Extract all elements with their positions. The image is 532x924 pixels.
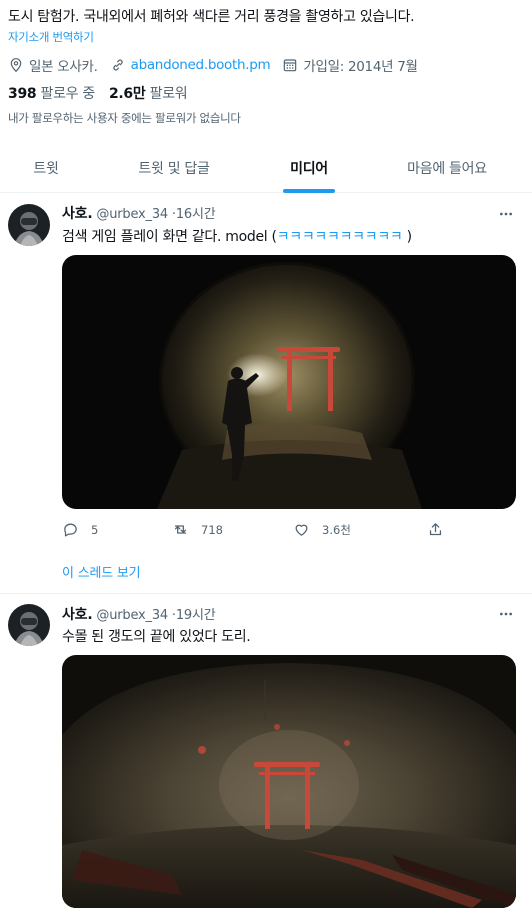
following-link[interactable]: 398 팔로우 중 bbox=[8, 86, 95, 102]
tweet-text-highlight: ㅋㅋㅋㅋㅋㅋㅋㅋㅋㅋ bbox=[276, 229, 403, 245]
follow-counts: 398 팔로우 중 2.6만 팔로워 bbox=[8, 83, 188, 103]
retweet-icon bbox=[174, 525, 187, 534]
profile-bio: 도시 탐험가. 국내외에서 폐허와 색다른 거리 풍경을 촬영하고 있습니다. bbox=[8, 9, 415, 25]
profile-meta: 일본 오사카. abandoned.booth.pm 가입일: 2014년 7월 bbox=[8, 54, 430, 76]
tweet-text: 검색 게임 플레이 화면 같다. model (ㅋㅋㅋㅋㅋㅋㅋㅋㅋㅋ ) bbox=[62, 226, 412, 246]
joined-text: 가입일: 2014년 7월 bbox=[303, 59, 418, 75]
avatar[interactable] bbox=[8, 204, 50, 246]
tab-likes[interactable]: 마음에 들어요 bbox=[362, 142, 532, 193]
profile-section: 도시 탐험가. 국내외에서 폐허와 색다른 거리 풍경을 촬영하고 있습니다. … bbox=[0, 0, 532, 140]
tunnel-torii-photo bbox=[62, 255, 516, 509]
author-handle[interactable]: @urbex_34 bbox=[96, 207, 168, 222]
show-thread-link[interactable]: 이 스레드 보기 bbox=[62, 562, 141, 581]
tweet-time[interactable]: 19시간 bbox=[176, 608, 216, 623]
reply-count: 5 bbox=[91, 522, 99, 537]
tweet-media-image[interactable] bbox=[62, 255, 516, 509]
flooded-mine-torii-photo bbox=[62, 655, 516, 908]
profile-location: 일본 오사카. bbox=[8, 55, 98, 75]
heart-icon bbox=[295, 524, 308, 536]
tweet-actions: 5 718 3.6천 bbox=[62, 521, 452, 543]
share-button[interactable] bbox=[427, 521, 456, 538]
avatar-image bbox=[8, 604, 50, 646]
retweet-count: 718 bbox=[201, 522, 223, 537]
following-count: 398 bbox=[8, 86, 37, 102]
more-options-icon[interactable] bbox=[498, 606, 514, 622]
author-handle[interactable]: @urbex_34 bbox=[96, 608, 168, 623]
location-text: 일본 오사카. bbox=[29, 59, 98, 75]
link-icon bbox=[112, 59, 123, 71]
following-label: 팔로우 중 bbox=[40, 86, 95, 102]
website-link[interactable]: abandoned.booth.pm bbox=[131, 57, 271, 73]
tweet-header: 사호. @urbex_34 ·19시간 bbox=[62, 604, 216, 624]
tweet[interactable]: 사호. @urbex_34 ·16시간 검색 게임 플레이 화면 같다. mod… bbox=[0, 193, 532, 593]
reply-icon bbox=[64, 523, 77, 537]
tab-tweets[interactable]: 트윗 bbox=[0, 142, 92, 193]
reply-button[interactable]: 5 bbox=[62, 521, 98, 538]
avatar-image bbox=[8, 204, 50, 246]
calendar-icon bbox=[284, 59, 297, 72]
like-count: 3.6천 bbox=[322, 522, 351, 537]
author-name[interactable]: 사호. bbox=[62, 607, 93, 623]
profile-website[interactable]: abandoned.booth.pm bbox=[110, 57, 271, 73]
tab-label: 마음에 들어요 bbox=[407, 160, 487, 177]
tab-label: 트윗 및 답글 bbox=[138, 160, 210, 177]
tweet-text: 수몰 된 갱도의 끝에 있었다 도리. bbox=[62, 629, 251, 645]
tab-media[interactable]: 미디어 bbox=[256, 142, 362, 193]
tweet-text-end: ) bbox=[406, 229, 412, 245]
translate-bio-link[interactable]: 자기소개 번역하기 bbox=[8, 29, 94, 45]
tab-label: 미디어 bbox=[290, 160, 328, 177]
tweet-text-main: 검색 게임 플레이 화면 같다. model ( bbox=[62, 229, 277, 245]
followers-label: 팔로워 bbox=[149, 86, 188, 102]
share-icon bbox=[429, 523, 442, 536]
location-pin-icon bbox=[10, 58, 22, 73]
followers-link[interactable]: 2.6만 팔로워 bbox=[108, 86, 188, 102]
mutual-followers-note: 내가 팔로우하는 사용자 중에는 팔로워가 없습니다 bbox=[8, 111, 241, 125]
retweet-button[interactable]: 718 bbox=[172, 521, 223, 538]
followers-count: 2.6만 bbox=[108, 86, 146, 102]
like-button[interactable]: 3.6천 bbox=[293, 521, 351, 538]
tweet-header: 사호. @urbex_34 ·16시간 bbox=[62, 203, 216, 223]
tweet[interactable]: 사호. @urbex_34 ·19시간 수몰 된 갱도의 끝에 있었다 도리. bbox=[0, 594, 532, 924]
tweet-time[interactable]: 16시간 bbox=[176, 207, 216, 222]
tweet-media-image[interactable] bbox=[62, 655, 516, 908]
more-options-icon[interactable] bbox=[498, 206, 514, 222]
avatar[interactable] bbox=[8, 604, 50, 646]
tab-label: 트윗 bbox=[33, 160, 59, 177]
tab-tweets-replies[interactable]: 트윗 및 답글 bbox=[92, 142, 256, 193]
profile-joined: 가입일: 2014년 7월 bbox=[282, 55, 418, 75]
profile-tabs: 트윗 트윗 및 답글 미디어 마음에 들어요 bbox=[0, 142, 532, 193]
author-name[interactable]: 사호. bbox=[62, 206, 93, 222]
